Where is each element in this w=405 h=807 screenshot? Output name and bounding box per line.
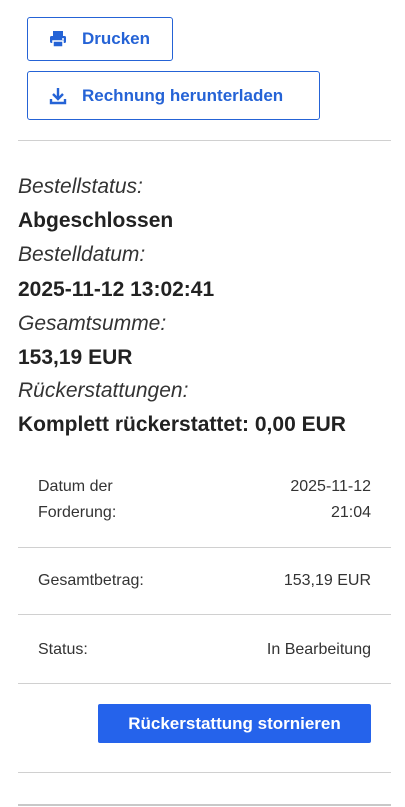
refund-status-label: Status: bbox=[38, 641, 88, 658]
claim-date-value-line1: 2025-11-12 bbox=[290, 478, 371, 495]
amount-value: 153,19 EUR bbox=[283, 572, 371, 589]
claim-date-label: Datum der Forderung: bbox=[38, 474, 116, 526]
order-total-label: Gesamtsumme: bbox=[18, 312, 167, 335]
cancel-refund-button[interactable]: Rückerstattung stornieren bbox=[98, 704, 371, 743]
refund-status-value: In Bearbeitung bbox=[266, 641, 371, 658]
claim-date-label-line1: Datum der bbox=[38, 478, 113, 495]
divider bbox=[18, 683, 391, 684]
download-icon bbox=[48, 86, 68, 106]
download-invoice-button[interactable]: Rechnung herunterladen bbox=[27, 71, 320, 120]
order-date-label: Bestelldatum: bbox=[18, 243, 146, 266]
divider bbox=[18, 772, 391, 773]
divider bbox=[18, 804, 391, 806]
print-button-label: Drucken bbox=[82, 29, 151, 48]
claim-date-label-line2: Forderung: bbox=[38, 504, 117, 521]
download-invoice-label: Rechnung herunterladen bbox=[82, 85, 284, 105]
order-status-label: Bestellstatus: bbox=[18, 175, 143, 198]
print-button[interactable]: Drucken bbox=[27, 17, 173, 61]
amount-label: Gesamtbetrag: bbox=[38, 572, 144, 589]
divider bbox=[18, 140, 391, 141]
order-total-value: 153,19 EUR bbox=[18, 346, 133, 369]
claim-date-value: 2025-11-12 21:04 bbox=[290, 474, 371, 526]
order-date-value: 2025-11-12 13:02:41 bbox=[18, 278, 215, 301]
printer-icon bbox=[48, 29, 68, 49]
refunds-label: Rückerstattungen: bbox=[18, 379, 189, 402]
order-status-value: Abgeschlossen bbox=[18, 209, 174, 232]
refunds-value: Komplett rückerstattet: 0,00 EUR bbox=[18, 413, 346, 436]
divider bbox=[18, 547, 391, 548]
claim-date-value-line2: 21:04 bbox=[330, 504, 371, 521]
divider bbox=[18, 614, 391, 615]
